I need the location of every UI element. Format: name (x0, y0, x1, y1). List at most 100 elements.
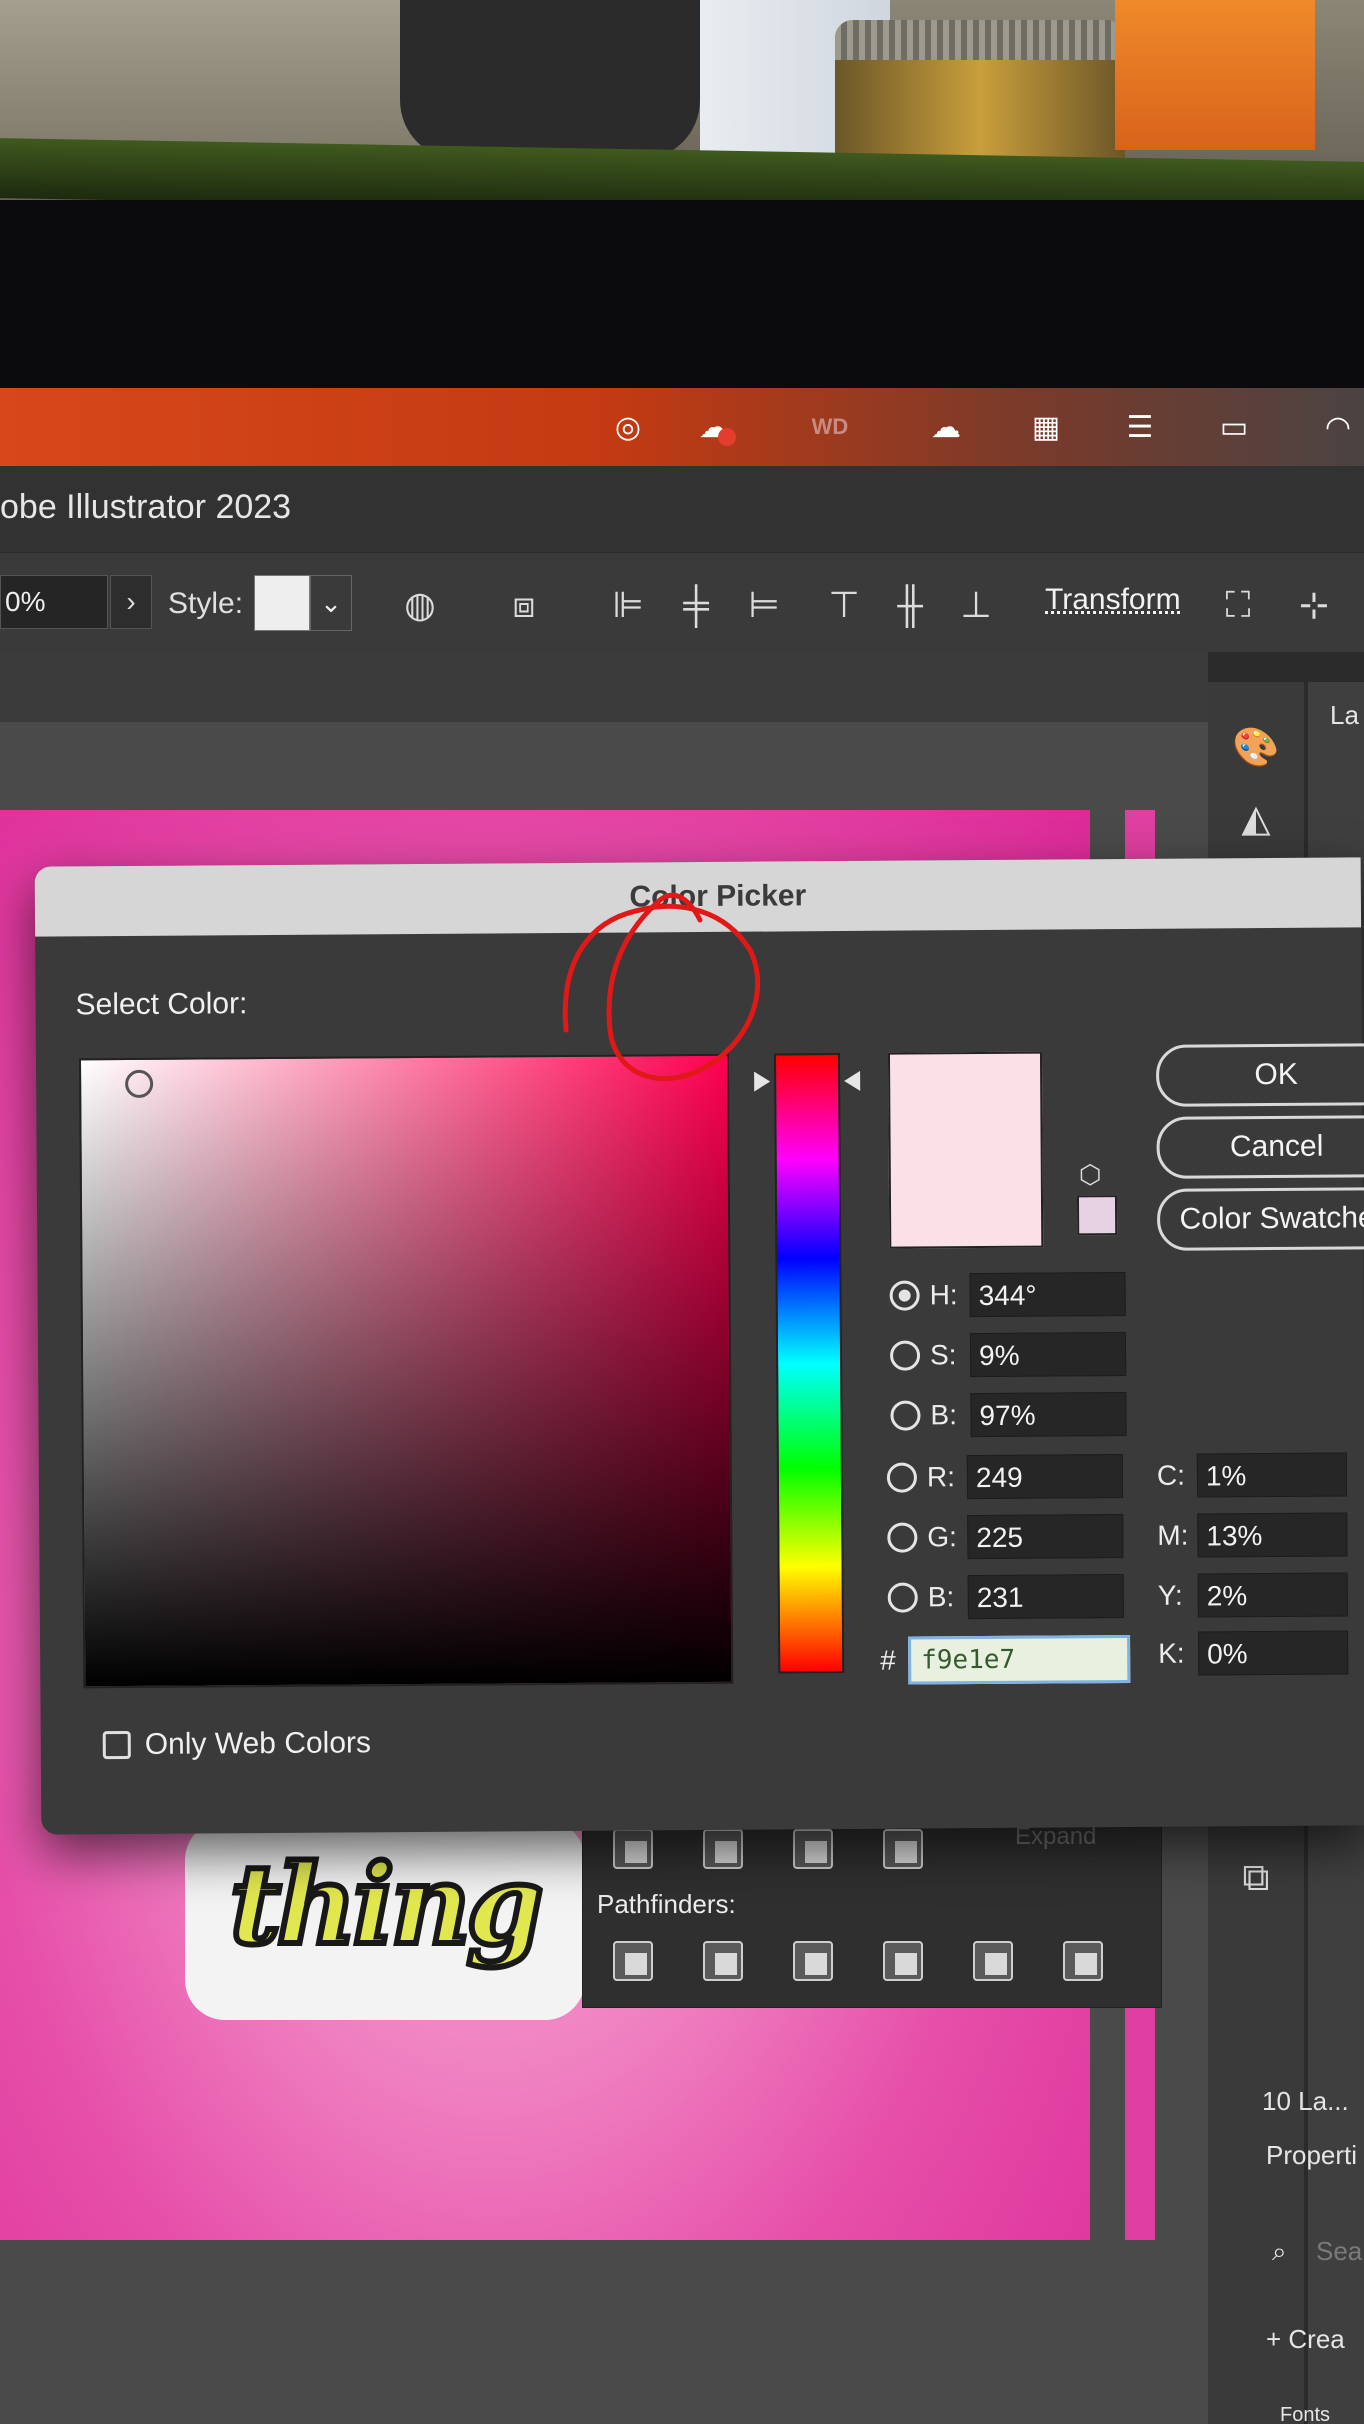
web-safe-swatch[interactable] (1076, 1195, 1118, 1236)
outline-button[interactable] (973, 1941, 1013, 1981)
hex-field[interactable]: f9e1e7 (908, 1635, 1131, 1685)
style-label: Style: (168, 587, 244, 620)
align-left-icon[interactable]: ⊫ (604, 581, 652, 629)
pathfinder-panel: Expand Pathfinders: (582, 1808, 1162, 2008)
red-radio[interactable] (886, 1462, 918, 1493)
merge-button[interactable] (793, 1941, 833, 1981)
sticker-artwork[interactable]: thing (185, 1820, 585, 2020)
wifi-icon[interactable]: ◠ (1314, 404, 1362, 450)
gradient-icon[interactable]: ◭ (1230, 792, 1282, 844)
cancel-button[interactable]: Cancel (1156, 1115, 1364, 1179)
green-radio[interactable] (887, 1522, 918, 1553)
align-center-icon[interactable]: ╪ (672, 581, 720, 629)
saturation-label: S: (929, 1339, 957, 1371)
intersect-button[interactable] (793, 1829, 833, 1869)
only-web-colors-checkbox[interactable] (102, 1730, 131, 1760)
cyan-field[interactable]: 1% (1196, 1452, 1348, 1498)
color-preview (887, 1051, 1044, 1249)
only-web-colors-label: Only Web Colors (144, 1726, 372, 1761)
recolor-artwork-icon[interactable]: ◍ (396, 581, 444, 629)
blue-field[interactable]: 231 (967, 1574, 1124, 1620)
search-placeholder: Sea (1316, 2236, 1363, 2266)
saturation-field[interactable]: 9% (969, 1332, 1127, 1378)
app-title: obe Illustrator 2023 (0, 488, 292, 526)
hue-row: H: 344° (889, 1271, 1126, 1319)
wd-drive-icon[interactable]: WD (806, 404, 854, 450)
opacity-field[interactable]: 0% (0, 575, 108, 629)
fonts-label: Fonts (1280, 2404, 1331, 2424)
crop-button[interactable] (883, 1941, 923, 1981)
green-field[interactable]: 225 (967, 1514, 1124, 1560)
saturation-row: S: 9% (889, 1331, 1127, 1379)
out-of-web-gamut-icon[interactable]: ⬡ (1079, 1159, 1102, 1190)
layers-count-label: 10 La... (1262, 2086, 1349, 2116)
orange-object (1115, 0, 1315, 150)
magenta-field[interactable]: 13% (1197, 1512, 1348, 1558)
align-middle-icon[interactable]: ╫ (886, 581, 934, 629)
align-top-icon[interactable]: ⊤ (820, 581, 868, 629)
backpack (400, 0, 700, 160)
hue-field[interactable]: 344° (969, 1272, 1126, 1318)
yellow-field[interactable]: 2% (1197, 1572, 1348, 1618)
mac-menubar: ◎ ☁ WD ☁ ▦ ☰ ▭ ◠ (0, 388, 1364, 466)
exclude-button[interactable] (883, 1829, 923, 1869)
battery-icon[interactable]: ▭ (1210, 404, 1258, 450)
red-circle-annotation (562, 892, 761, 1082)
minus-front-button[interactable] (703, 1829, 743, 1869)
ok-button[interactable]: OK (1155, 1043, 1364, 1107)
color-palette-icon[interactable]: 🎨 (1230, 722, 1282, 774)
green-row: G: 225 (887, 1513, 1124, 1561)
cloud-error-icon[interactable]: ☁ (922, 404, 970, 450)
crop-image-icon[interactable]: ⧈ (500, 581, 548, 629)
pathfinder-icon[interactable]: ⧉ (1230, 1852, 1282, 1904)
hue-slider-handle-right[interactable] (844, 1070, 861, 1091)
magenta-label: M: (1157, 1519, 1189, 1551)
sync-icon[interactable]: ◎ (604, 404, 652, 450)
saturation-radio[interactable] (889, 1340, 921, 1371)
trim-button[interactable] (703, 1941, 743, 1981)
magenta-row: M: 13% (1157, 1511, 1348, 1558)
align-right-icon[interactable]: ⊨ (740, 581, 788, 629)
red-label: R: (926, 1461, 956, 1493)
unite-button[interactable] (613, 1829, 653, 1869)
app-titlebar: obe Illustrator 2023 (0, 466, 1364, 552)
transform-link[interactable]: Transform (1045, 583, 1181, 617)
red-field[interactable]: 249 (966, 1454, 1124, 1500)
monitor-bezel (0, 200, 1364, 390)
divide-button[interactable] (613, 1941, 653, 1981)
properties-tab[interactable]: Properti (1266, 2140, 1357, 2171)
canvas-top-strip (0, 652, 1220, 722)
create-button[interactable]: + Crea (1266, 2324, 1345, 2355)
black-field[interactable]: 0% (1198, 1630, 1349, 1676)
black-label: K: (1158, 1637, 1185, 1669)
search-icon[interactable]: ⌕ (1272, 2236, 1287, 2268)
brightness-field[interactable]: 97% (970, 1392, 1127, 1438)
pathfinders-label: Pathfinders: (597, 1889, 736, 1919)
brightness-radio[interactable] (890, 1400, 921, 1431)
blue-radio[interactable] (887, 1582, 918, 1613)
stack-icon[interactable]: ☰ (1116, 404, 1164, 450)
stage-manager-icon[interactable]: ▦ (1022, 404, 1070, 450)
puppet-warp-icon[interactable]: ⊹ (1290, 581, 1338, 629)
style-swatch[interactable] (254, 575, 310, 631)
style-dropdown[interactable]: ⌄ (310, 575, 352, 631)
green-label: G: (927, 1521, 958, 1553)
hue-slider[interactable] (773, 1053, 845, 1674)
layers-tab[interactable]: La (1330, 700, 1359, 731)
creative-cloud-icon[interactable]: ☁ (690, 404, 738, 450)
saturation-brightness-field[interactable] (78, 1053, 734, 1689)
isolate-icon[interactable]: ⛶ (1214, 581, 1262, 629)
red-row: R: 249 (886, 1453, 1124, 1501)
align-bottom-icon[interactable]: ⊥ (952, 581, 1000, 629)
color-swatches-button[interactable]: Color Swatche (1156, 1187, 1364, 1251)
hue-radio[interactable] (889, 1280, 920, 1311)
blue-row: B: 231 (887, 1573, 1124, 1621)
color-marker[interactable] (125, 1069, 154, 1099)
opacity-arrow-button[interactable]: › (110, 575, 152, 629)
yellow-row: Y: 2% (1158, 1571, 1348, 1618)
cyan-label: C: (1156, 1459, 1186, 1491)
sticker-text: thing (227, 1837, 546, 1972)
only-web-colors-option[interactable]: Only Web Colors (102, 1726, 372, 1762)
blue-label: B: (927, 1581, 955, 1613)
minus-back-button[interactable] (1063, 1941, 1103, 1981)
